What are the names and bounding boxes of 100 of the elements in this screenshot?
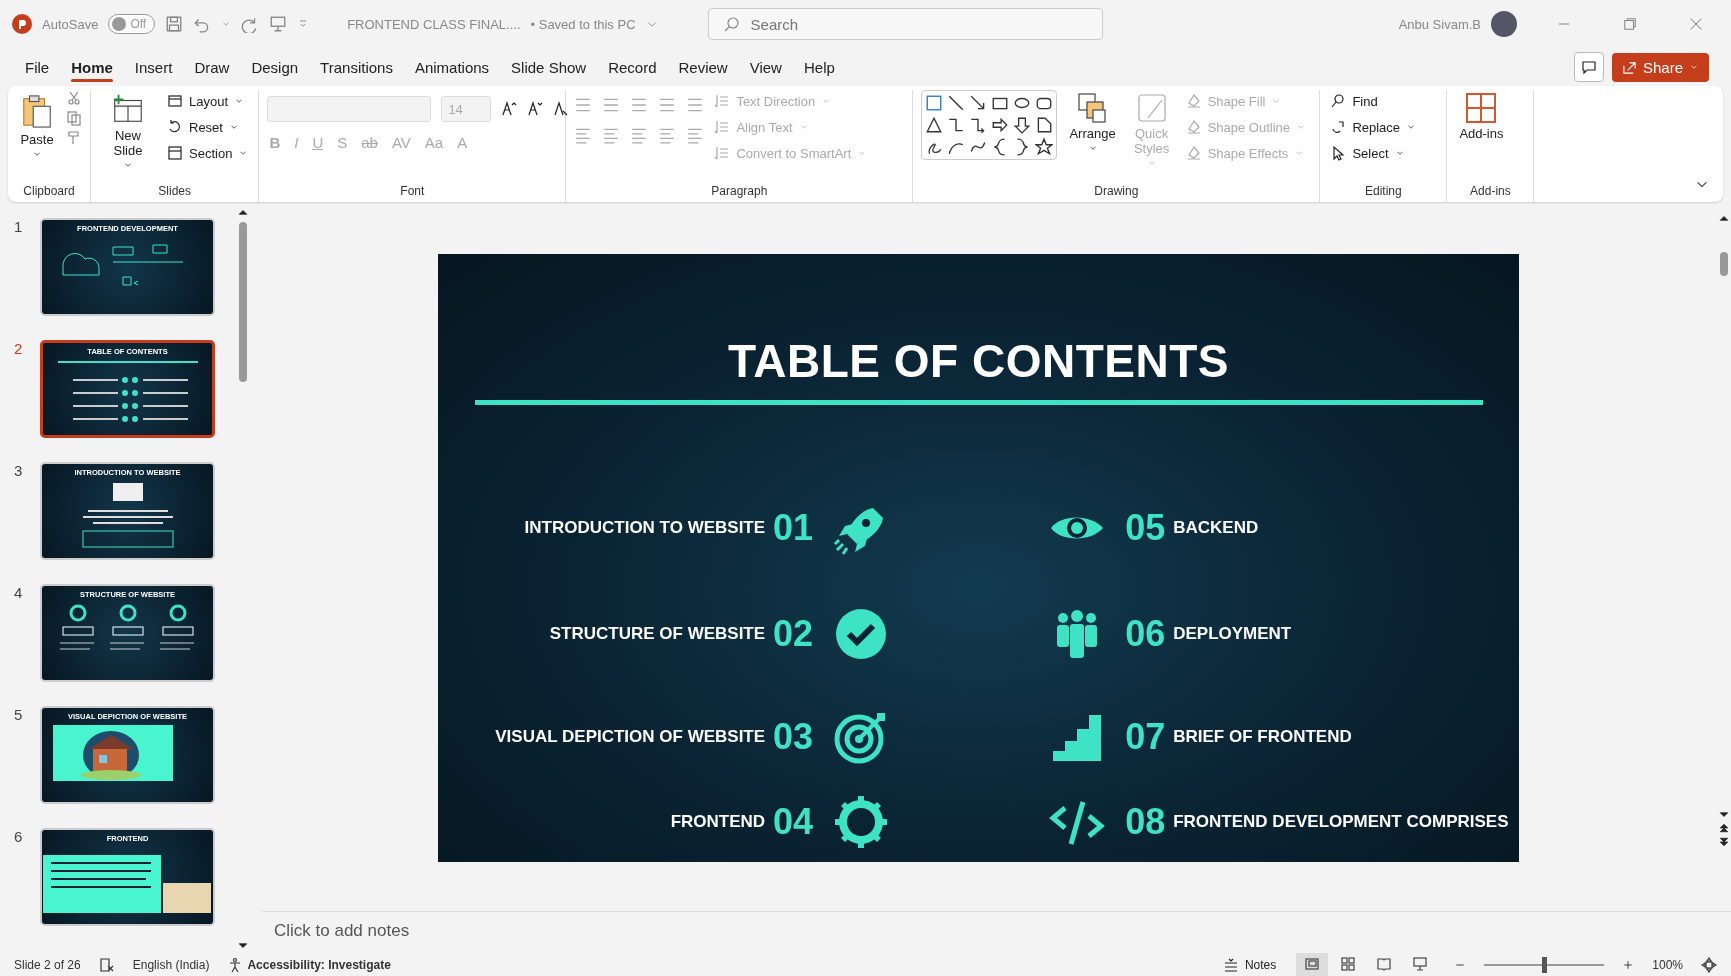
new-slide-button[interactable]: New Slide xyxy=(99,90,157,172)
paste-button[interactable]: Paste xyxy=(16,90,58,161)
grow-font-icon[interactable] xyxy=(501,101,518,117)
menu-tab[interactable]: Help xyxy=(792,50,846,84)
layout-icon[interactable] xyxy=(167,93,183,109)
powerpoint-logo-icon[interactable] xyxy=(12,14,32,34)
menu-tab[interactable]: File xyxy=(14,50,61,84)
align-right-icon[interactable] xyxy=(630,126,649,144)
comments-button[interactable] xyxy=(1573,52,1604,82)
reset-icon[interactable] xyxy=(167,119,183,135)
autosave-label: AutoSave xyxy=(42,16,99,32)
share-icon xyxy=(1621,59,1637,75)
contents-label: BRIEF OF FRONTEND xyxy=(1173,727,1353,747)
menu-tab[interactable]: Home xyxy=(60,50,124,84)
group-label: Clipboard xyxy=(22,183,76,200)
align-left-icon[interactable] xyxy=(574,126,593,144)
view-button[interactable] xyxy=(1296,952,1329,976)
arrange-button[interactable]: Arrange xyxy=(1065,90,1120,155)
editing-command[interactable]: Select xyxy=(1328,142,1419,164)
contents-label: INTRODUCTION TO WEBSITE xyxy=(524,518,766,538)
presenter-icon[interactable] xyxy=(269,15,288,33)
menu-tab[interactable]: Design xyxy=(240,50,310,84)
slide-command[interactable]: Reset xyxy=(165,116,251,138)
language-status[interactable]: English (India) xyxy=(132,958,210,972)
menu-tab[interactable]: Record xyxy=(597,50,668,84)
next-slide-icon[interactable] xyxy=(1719,837,1729,847)
shape-icon xyxy=(1035,138,1054,156)
slide-position: Slide 2 of 26 xyxy=(14,958,81,972)
group-label: Font xyxy=(399,183,426,200)
font-name-field[interactable] xyxy=(267,96,432,122)
clear-format-icon[interactable] xyxy=(553,101,570,117)
shapes-gallery[interactable] xyxy=(921,90,1058,160)
zoom-level[interactable]: 100% xyxy=(1652,958,1683,972)
shrink-font-icon[interactable] xyxy=(527,101,544,117)
close-icon[interactable] xyxy=(1689,17,1703,31)
numbering-icon[interactable] xyxy=(602,96,621,114)
line-spacing-icon[interactable] xyxy=(686,96,705,114)
notes-button[interactable]: Notes xyxy=(1220,954,1279,976)
menu-tab[interactable]: Draw xyxy=(183,50,241,84)
spelling-icon[interactable] xyxy=(98,957,115,973)
menu-tab[interactable]: Animations xyxy=(403,50,501,84)
scrollbar-thumb[interactable] xyxy=(1720,252,1728,276)
section-icon[interactable] xyxy=(167,145,183,161)
reading-view-icon xyxy=(1376,955,1393,972)
slide-number: 4 xyxy=(14,584,24,601)
comment-icon xyxy=(1580,59,1597,75)
editing-command[interactable]: Replace xyxy=(1328,116,1419,138)
grid-icon xyxy=(1465,92,1498,124)
scroll-down-icon[interactable] xyxy=(1719,809,1729,819)
save-icon[interactable] xyxy=(165,15,184,33)
scrollbar-thumb[interactable] xyxy=(239,222,247,382)
section-number: 05 xyxy=(1125,507,1166,549)
accessibility-status[interactable]: Accessibility: Investigate xyxy=(247,958,391,972)
menu-tab[interactable]: Insert xyxy=(123,50,184,84)
replace-icon xyxy=(1330,119,1347,135)
text-direction-icon xyxy=(714,93,731,109)
copy-icon[interactable] xyxy=(66,110,82,126)
add-ins-button[interactable]: Add-ins xyxy=(1455,90,1508,143)
cut-icon[interactable] xyxy=(66,90,82,106)
scroll-up-icon[interactable] xyxy=(1719,214,1729,224)
align-center-icon[interactable] xyxy=(602,126,621,144)
restore-icon[interactable] xyxy=(1623,17,1637,31)
group-label: Paragraph xyxy=(710,183,769,200)
editing-command[interactable]: Find xyxy=(1328,90,1419,112)
fit-to-window-icon[interactable] xyxy=(1701,957,1717,973)
menu-tab[interactable]: Slide Show xyxy=(500,50,598,84)
user-name: Anbu Sivam.B xyxy=(1398,16,1481,32)
slide-number: 3 xyxy=(14,462,24,479)
menu-tab[interactable]: Review xyxy=(667,50,739,84)
contents-label: BACKEND xyxy=(1173,518,1260,538)
contents-label: FRONTEND xyxy=(670,812,766,832)
notes-field[interactable]: Click to add notes xyxy=(262,911,1731,950)
avatar[interactable] xyxy=(1491,11,1517,37)
format-painter-icon[interactable] xyxy=(66,130,82,146)
paint-bucket-icon xyxy=(1185,93,1202,109)
decrease-indent-icon[interactable] xyxy=(630,96,649,114)
slide-title: TABLE OF CONTENTS xyxy=(728,334,1229,388)
search-field[interactable]: Search xyxy=(707,8,1103,40)
zoom-slider-thumb[interactable] xyxy=(1542,957,1548,973)
shape-icon xyxy=(1035,116,1054,134)
section-number: 08 xyxy=(1125,801,1166,843)
menu-tab[interactable]: View xyxy=(738,50,793,84)
group-label: Drawing xyxy=(1093,183,1140,200)
normal-view-icon xyxy=(1304,955,1321,972)
scroll-up-icon[interactable] xyxy=(238,208,248,218)
zoom-in-icon[interactable] xyxy=(1622,959,1635,971)
scroll-down-icon[interactable] xyxy=(238,940,248,950)
share-button[interactable]: Share xyxy=(1611,52,1709,82)
section-number: 03 xyxy=(773,716,814,758)
group-label: Slides xyxy=(157,183,193,200)
contents-label: STRUCTURE OF WEBSITE xyxy=(549,624,766,644)
previous-slide-icon[interactable] xyxy=(1719,823,1729,833)
justify-icon[interactable] xyxy=(658,126,677,144)
columns-icon[interactable] xyxy=(686,126,705,144)
menu-tab[interactable]: Transitions xyxy=(309,50,404,84)
file-name: FRONTEND CLASS FINAL.... xyxy=(347,16,521,32)
slide-command[interactable]: Section xyxy=(165,142,251,164)
slide-number: 6 xyxy=(14,828,24,845)
slide-command[interactable]: Layout xyxy=(165,90,251,112)
increase-indent-icon[interactable] xyxy=(658,96,677,114)
